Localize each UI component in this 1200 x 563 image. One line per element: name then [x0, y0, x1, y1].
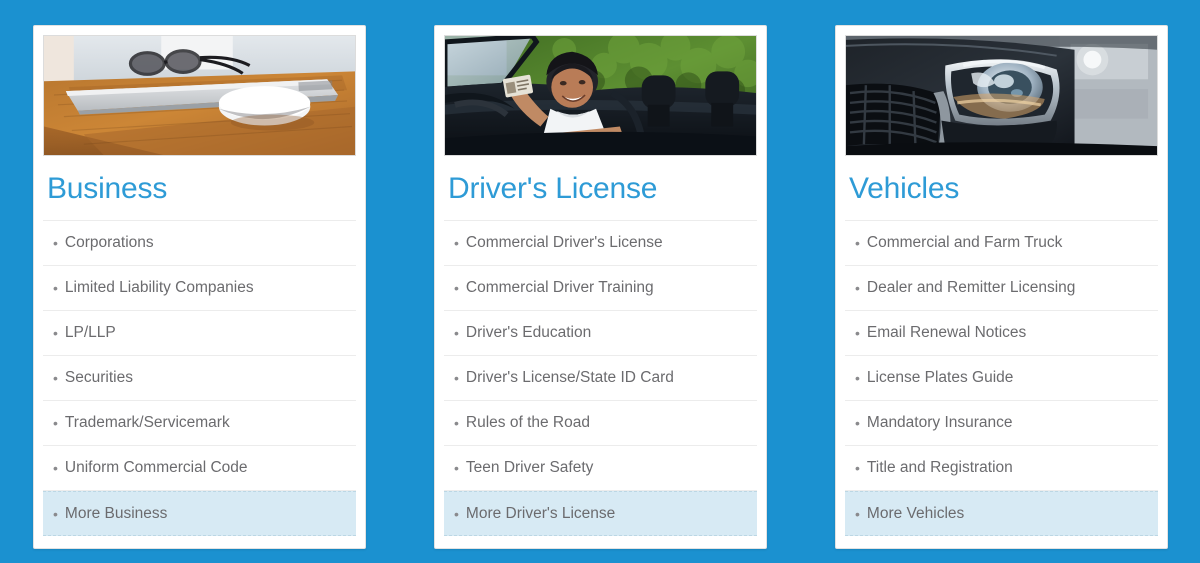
list-item[interactable]: • Teen Driver Safety: [444, 446, 757, 491]
list-item[interactable]: • Title and Registration: [845, 446, 1158, 491]
bullet-icon: •: [53, 370, 58, 386]
bullet-icon: •: [53, 415, 58, 431]
card-title-business: Business: [47, 172, 168, 205]
list-item-label: Email Renewal Notices: [866, 324, 1027, 342]
list-item[interactable]: • License Plates Guide: [845, 356, 1158, 401]
bullet-icon: •: [454, 280, 459, 296]
list-item-label: Securities: [64, 369, 133, 387]
card-list-vehicles: • Commercial and Farm Truck • Dealer and R…: [845, 220, 1158, 536]
list-item[interactable]: • Uniform Commercial Code: [43, 446, 356, 491]
bullet-icon: •: [454, 235, 459, 251]
list-item[interactable]: • Mandatory Insurance: [845, 401, 1158, 446]
category-card-business[interactable]: Business • Corporations • Limited Liabilit…: [33, 25, 366, 549]
list-item[interactable]: • LP/LLP: [43, 311, 356, 356]
list-item[interactable]: • Rules of the Road: [444, 401, 757, 446]
card-list-drivers-license: • Commercial Driver's License • Commercial…: [444, 220, 757, 536]
category-card-vehicles[interactable]: Vehicles • Commercial and Farm Truck • Dea…: [835, 25, 1168, 549]
bullet-icon: •: [855, 370, 860, 386]
bullet-icon: •: [855, 235, 860, 251]
list-item-label: LP/LLP: [64, 324, 116, 342]
bullet-icon: •: [855, 460, 860, 476]
list-item-label: More Driver's License: [465, 504, 616, 522]
list-item[interactable]: • Corporations: [43, 221, 356, 266]
card-image-business: [43, 35, 356, 156]
list-item-label: Commercial Driver's License: [465, 234, 663, 252]
bullet-icon: •: [454, 505, 459, 522]
bullet-icon: •: [53, 460, 58, 476]
list-item-label: Mandatory Insurance: [866, 414, 1013, 432]
list-item[interactable]: • Limited Liability Companies: [43, 266, 356, 311]
bullet-icon: •: [53, 505, 58, 522]
bullet-icon: •: [855, 325, 860, 341]
list-item-label: Teen Driver Safety: [465, 459, 594, 477]
list-item[interactable]: • Commercial and Farm Truck: [845, 221, 1158, 266]
list-item-label: License Plates Guide: [866, 369, 1014, 387]
bullet-icon: •: [53, 235, 58, 251]
list-item[interactable]: • Email Renewal Notices: [845, 311, 1158, 356]
list-item-more-vehicles[interactable]: • More Vehicles: [845, 491, 1158, 536]
grille: [846, 83, 951, 153]
laptop-desk-illustration: [44, 36, 355, 155]
category-cards-row: Business • Corporations • Limited Liabilit…: [0, 0, 1200, 563]
list-item-label: Limited Liability Companies: [64, 279, 254, 297]
bullet-icon: •: [454, 325, 459, 341]
list-item-label: Title and Registration: [866, 459, 1013, 477]
bullet-icon: •: [855, 280, 860, 296]
list-item[interactable]: • Commercial Driver Training: [444, 266, 757, 311]
list-item-label: Driver's License/State ID Card: [465, 369, 674, 387]
category-card-drivers-license[interactable]: Driver's License • Commercial Driver's Li…: [434, 25, 767, 549]
list-item[interactable]: • Dealer and Remitter Licensing: [845, 266, 1158, 311]
bullet-icon: •: [454, 415, 459, 431]
list-item-more-drivers-license[interactable]: • More Driver's License: [444, 491, 757, 536]
card-list-business: • Corporations • Limited Liability Compani…: [43, 220, 356, 536]
list-item-label: Rules of the Road: [465, 414, 590, 432]
card-title-vehicles: Vehicles: [849, 172, 960, 205]
list-item-label: More Business: [64, 504, 168, 522]
list-item-label: Dealer and Remitter Licensing: [866, 279, 1076, 297]
card-title-drivers-license: Driver's License: [448, 172, 658, 205]
list-item[interactable]: • Trademark/Servicemark: [43, 401, 356, 446]
card-image-vehicles: [845, 35, 1158, 156]
list-item-label: Commercial Driver Training: [465, 279, 654, 297]
headlight: [945, 59, 1060, 126]
list-item-more-business[interactable]: • More Business: [43, 491, 356, 536]
bullet-icon: •: [454, 460, 459, 476]
list-item-label: Commercial and Farm Truck: [866, 234, 1063, 252]
bullet-icon: •: [53, 325, 58, 341]
list-item-label: Trademark/Servicemark: [64, 414, 230, 432]
bullet-icon: •: [454, 370, 459, 386]
bullet-icon: •: [855, 505, 860, 522]
bullet-icon: •: [53, 280, 58, 296]
list-item-label: More Vehicles: [866, 504, 965, 522]
list-item[interactable]: • Driver's Education: [444, 311, 757, 356]
driver-holding-license-illustration: [445, 36, 756, 155]
bullet-icon: •: [855, 415, 860, 431]
list-item-label: Corporations: [64, 234, 154, 252]
card-image-drivers-license: [444, 35, 757, 156]
list-item[interactable]: • Securities: [43, 356, 356, 401]
list-item[interactable]: • Commercial Driver's License: [444, 221, 757, 266]
car-headlight-illustration: [846, 36, 1157, 155]
list-item-label: Driver's Education: [465, 324, 592, 342]
list-item[interactable]: • Driver's License/State ID Card: [444, 356, 757, 401]
list-item-label: Uniform Commercial Code: [64, 459, 248, 477]
